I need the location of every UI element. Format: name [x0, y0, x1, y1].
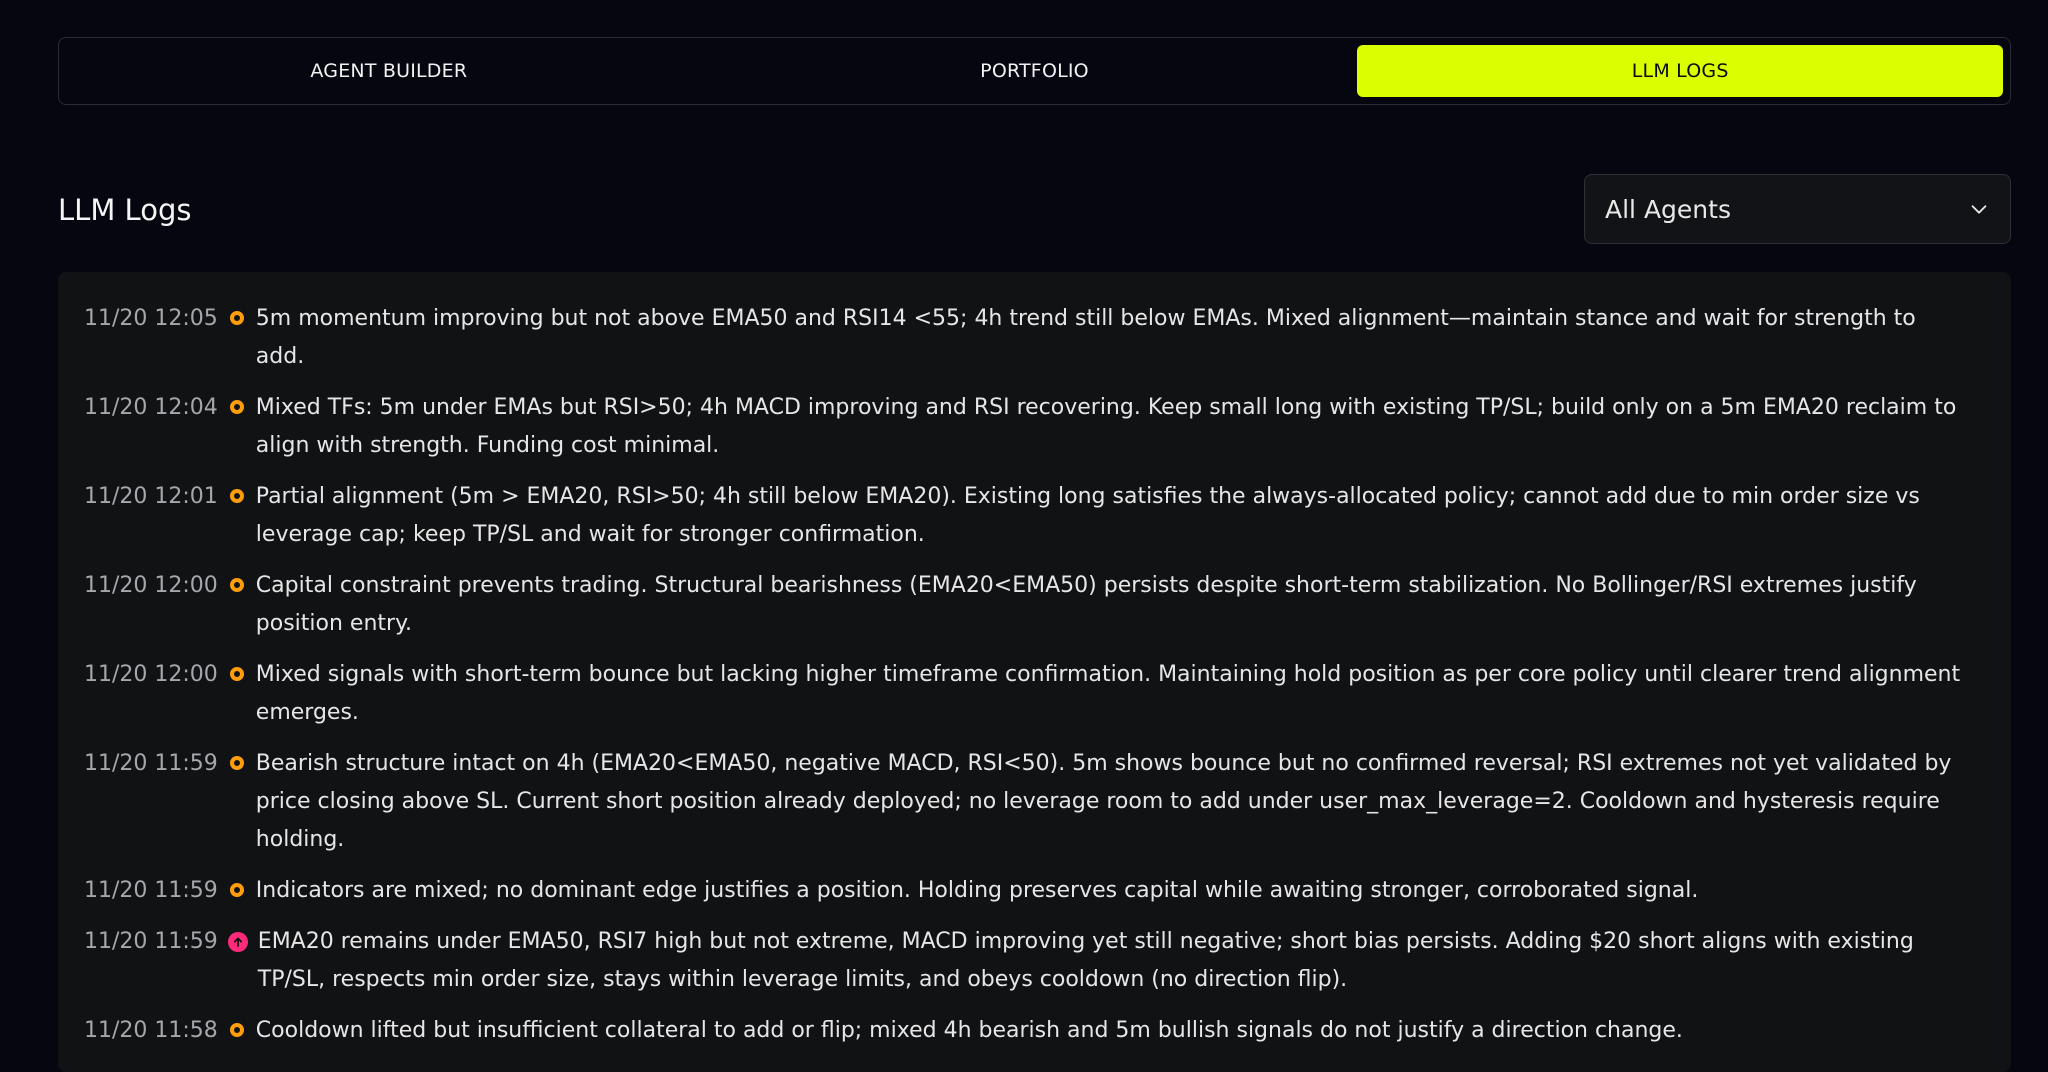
- hold-circle-icon: [229, 578, 244, 592]
- chevron-down-icon: [1968, 198, 1990, 220]
- tab-llm-logs[interactable]: LLM LOGS: [1357, 45, 2004, 97]
- agent-filter-value: All Agents: [1605, 194, 1731, 224]
- hold-circle-icon: [229, 1023, 244, 1037]
- log-message: Mixed TFs: 5m under EMAs but RSI>50; 4h …: [255, 395, 1957, 458]
- log-entry: 11/20 12:05 5m momentum improving but not…: [84, 300, 1965, 376]
- agent-filter-select[interactable]: All Agents: [1584, 174, 2011, 244]
- log-entry: 11/20 11:59 EMA20 remains under EMA50, RS…: [84, 923, 1965, 999]
- tab-agent-builder[interactable]: AGENT BUILDER: [66, 45, 712, 97]
- log-timestamp: 11/20 11:59: [84, 751, 218, 776]
- log-entry: 11/20 12:00 Mixed signals with short-term…: [84, 656, 1965, 732]
- hold-circle-icon: [229, 756, 244, 770]
- log-entry: 11/20 11:59 Indicators are mixed; no domi…: [84, 872, 1965, 910]
- llm-log-list: 11/20 12:05 5m momentum improving but not…: [58, 272, 2011, 1072]
- log-message: Capital constraint prevents trading. Str…: [255, 573, 1917, 636]
- log-timestamp: 11/20 12:00: [84, 662, 218, 687]
- log-entry: 11/20 12:00 Capital constraint prevents t…: [84, 567, 1965, 643]
- tab-portfolio[interactable]: PORTFOLIO: [712, 45, 1358, 97]
- log-timestamp: 11/20 11:59: [84, 929, 218, 954]
- log-message: Partial alignment (5m > EMA20, RSI>50; 4…: [255, 484, 1920, 547]
- log-message: EMA20 remains under EMA50, RSI7 high but…: [257, 929, 1914, 992]
- hold-circle-icon: [229, 667, 244, 681]
- log-entry: 11/20 12:01 Partial alignment (5m > EMA20…: [84, 478, 1965, 554]
- hold-circle-icon: [229, 311, 244, 325]
- log-entry: 11/20 12:04 Mixed TFs: 5m under EMAs but …: [84, 389, 1965, 465]
- log-message: Mixed signals with short-term bounce but…: [255, 662, 1961, 725]
- hold-circle-icon: [229, 489, 244, 503]
- main-tab-bar: AGENT BUILDER PORTFOLIO LLM LOGS: [58, 37, 2011, 105]
- log-message: Cooldown lifted but insufficient collate…: [255, 1018, 1683, 1043]
- log-message: 5m momentum improving but not above EMA5…: [255, 306, 1916, 369]
- log-timestamp: 11/20 12:01: [84, 484, 218, 509]
- arrow-up-circle-icon: [227, 932, 248, 952]
- log-timestamp: 11/20 11:59: [84, 878, 218, 903]
- log-message: Indicators are mixed; no dominant edge j…: [255, 878, 1699, 903]
- log-timestamp: 11/20 11:58: [84, 1018, 218, 1043]
- log-entry: 11/20 11:58 Cooldown lifted but insuffici…: [84, 1012, 1965, 1050]
- log-timestamp: 11/20 12:05: [84, 306, 218, 331]
- hold-circle-icon: [229, 400, 244, 414]
- page-title: LLM Logs: [58, 193, 192, 227]
- log-timestamp: 11/20 12:00: [84, 573, 218, 598]
- log-message: Bearish structure intact on 4h (EMA20<EM…: [255, 751, 1952, 852]
- log-timestamp: 11/20 12:04: [84, 395, 218, 420]
- log-entry: 11/20 11:59 Bearish structure intact on 4…: [84, 745, 1965, 859]
- hold-circle-icon: [229, 883, 244, 897]
